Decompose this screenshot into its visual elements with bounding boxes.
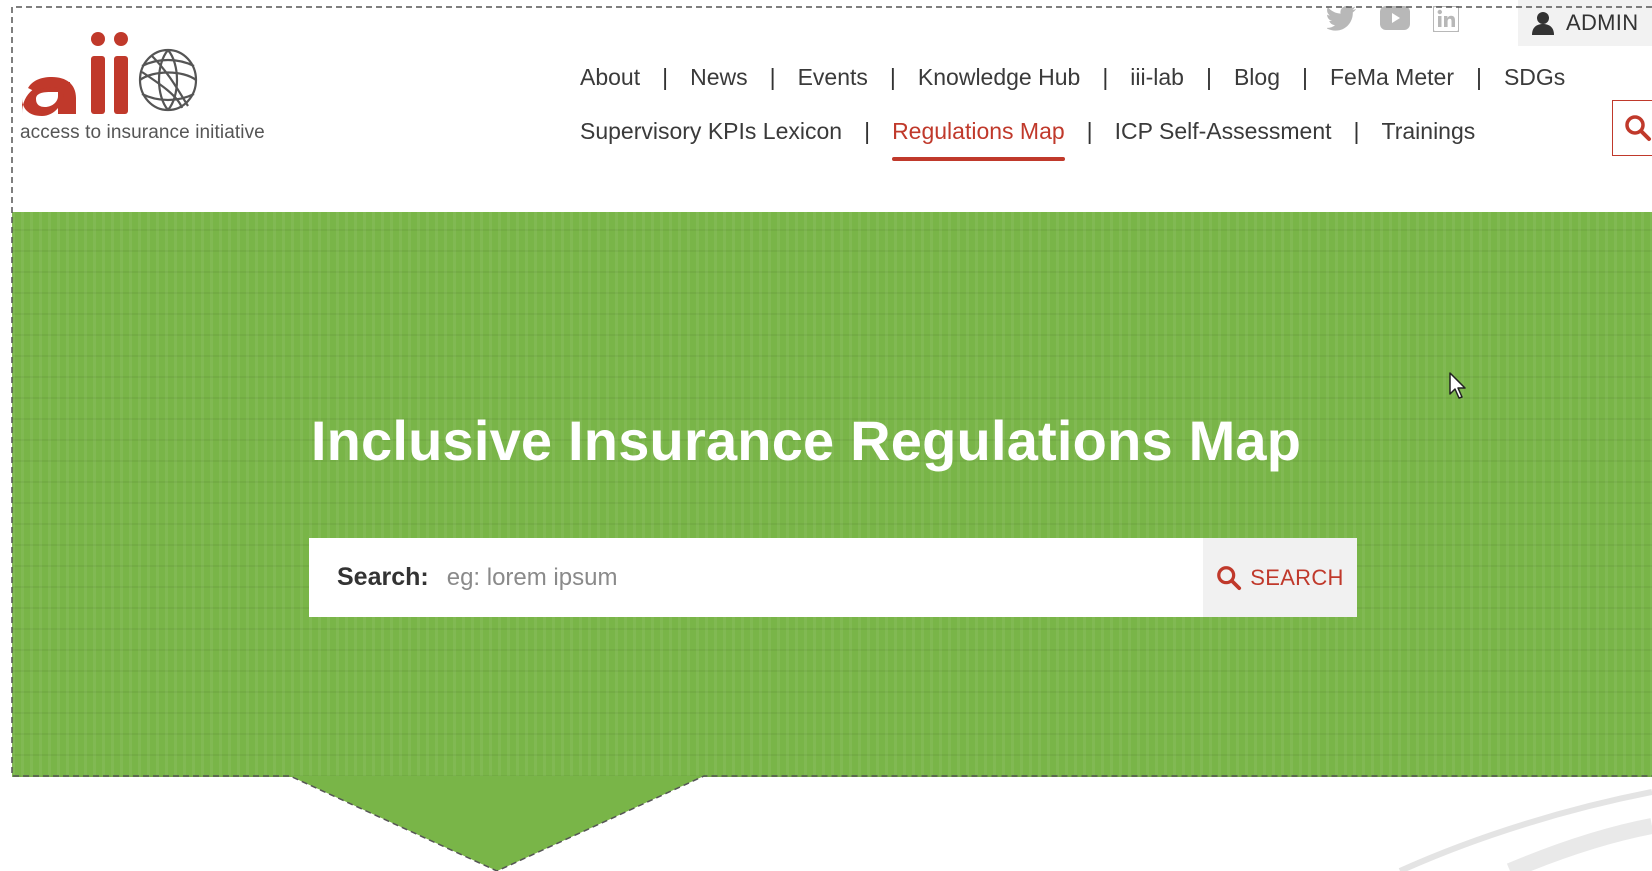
linkedin-icon[interactable] — [1433, 6, 1459, 32]
logo[interactable]: access to insurance initiative — [18, 26, 278, 146]
nav-news[interactable]: News — [690, 64, 748, 91]
nav-separator: | — [1475, 64, 1482, 90]
search-label: Search: — [337, 563, 429, 591]
regulations-search-bar: Search: SEARCH — [309, 538, 1357, 617]
user-label: ADMIN — [1566, 10, 1639, 35]
primary-nav-row-1: About | News | Events | Knowledge Hub | … — [580, 64, 1565, 91]
nav-separator: | — [662, 64, 669, 90]
header-search-button[interactable] — [1612, 100, 1652, 156]
nav-separator: | — [1353, 118, 1360, 144]
nav-separator: | — [889, 64, 896, 90]
nav-separator: | — [1205, 64, 1212, 90]
search-button[interactable]: SEARCH — [1203, 538, 1357, 617]
nav-separator: | — [1102, 64, 1109, 90]
nav-regulations-map[interactable]: Regulations Map — [892, 118, 1065, 161]
nav-sdgs[interactable]: SDGs — [1504, 64, 1565, 91]
nav-icp-self-assessment[interactable]: ICP Self-Assessment — [1115, 118, 1332, 145]
nav-iii-lab[interactable]: iii-lab — [1130, 64, 1184, 91]
aii-logo-mark — [22, 32, 198, 116]
user-menu[interactable]: ADMIN — [1518, 0, 1652, 46]
page-title: Inclusive Insurance Regulations Map — [310, 409, 1302, 472]
nav-events[interactable]: Events — [798, 64, 868, 91]
nav-separator: | — [1086, 118, 1093, 144]
nav-separator: | — [769, 64, 776, 90]
nav-separator: | — [864, 118, 871, 144]
user-icon — [1532, 12, 1554, 35]
search-icon — [1624, 115, 1651, 141]
nav-supervisory-kpis-lexicon[interactable]: Supervisory KPIs Lexicon — [580, 118, 842, 145]
twitter-icon[interactable] — [1327, 6, 1357, 32]
search-input[interactable] — [444, 547, 1205, 608]
search-icon — [1217, 565, 1242, 590]
nav-about[interactable]: About — [580, 64, 640, 91]
page: access to insurance initiative ADMIN Abo… — [0, 0, 1652, 871]
nav-fema-meter[interactable]: FeMa Meter — [1330, 64, 1454, 91]
search-button-label: SEARCH — [1250, 564, 1344, 590]
mouse-cursor-icon — [1449, 372, 1466, 399]
hero-banner — [12, 212, 1652, 777]
nav-separator: | — [1302, 64, 1308, 90]
primary-nav-row-2: Supervisory KPIs Lexicon | Regulations M… — [580, 118, 1476, 161]
nav-knowledge-hub[interactable]: Knowledge Hub — [918, 64, 1080, 91]
nav-trainings[interactable]: Trainings — [1382, 118, 1476, 145]
youtube-icon[interactable] — [1380, 6, 1410, 30]
hero-pattern — [12, 212, 1652, 777]
logo-tagline: access to insurance initiative — [20, 122, 265, 143]
site-header: access to insurance initiative ADMIN Abo… — [0, 0, 1652, 212]
nav-blog[interactable]: Blog — [1234, 64, 1280, 91]
